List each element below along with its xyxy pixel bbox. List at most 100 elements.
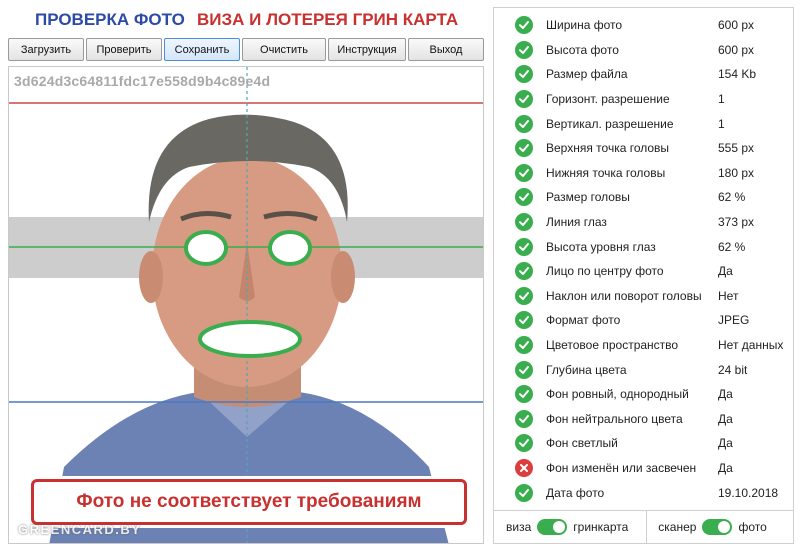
check-row: Линия глаз 373 px: [494, 210, 793, 235]
check-pass-icon: [515, 163, 533, 182]
toggle-scanner-label: сканер: [658, 520, 697, 534]
check-value: Да: [718, 411, 733, 426]
check-row: Фон изменён или засвечен Да: [494, 456, 793, 481]
right-eye-marker: [268, 230, 312, 266]
check-row: Цветовое пространство Нет данных: [494, 333, 793, 358]
title-photo-check: ПРОВЕРКА ФОТО: [35, 10, 185, 29]
left-ear: [139, 251, 163, 303]
check-value: 1: [718, 116, 725, 131]
check-label: Высота уровня глаз: [546, 239, 656, 254]
check-row: Горизонт. разрешение 1: [494, 87, 793, 112]
clear-button[interactable]: Очистить: [242, 38, 326, 61]
visa-greencard-toggle-group: виза гринкарта: [506, 511, 628, 543]
instructions-button[interactable]: Инструкция: [328, 38, 406, 61]
check-pass-icon: [515, 40, 533, 59]
check-row: Размер файла 154 Kb: [494, 62, 793, 87]
check-value: JPEG: [718, 313, 750, 328]
check-label: Цветовое пространство: [546, 338, 679, 353]
check-value: 1: [718, 92, 725, 107]
footer-divider: [646, 511, 647, 544]
check-label: Ширина фото: [546, 18, 623, 33]
check-row: Высота фото 600 px: [494, 38, 793, 63]
check-value: Да: [718, 264, 733, 279]
check-value: 154 Kb: [718, 67, 757, 82]
toggle-knob: [553, 521, 566, 533]
check-label: Дата фото: [546, 485, 605, 500]
title-visa-lottery: ВИЗА И ЛОТЕРЕЯ ГРИН КАРТА: [197, 10, 459, 29]
check-value: 62 %: [718, 190, 746, 205]
check-row: Фон ровный, однородный Да: [494, 382, 793, 407]
check-list: Ширина фото 600 px Высота фото 600 px Размер…: [494, 13, 793, 505]
check-label: Фон изменён или засвечен: [546, 460, 697, 475]
toggle-knob: [718, 521, 731, 533]
exit-button[interactable]: Выход: [408, 38, 484, 61]
check-row: Высота уровня глаз 62 %: [494, 234, 793, 259]
check-label: Размер головы: [546, 190, 630, 205]
check-pass-icon: [515, 409, 533, 428]
check-pass-icon: [515, 16, 533, 35]
check-row: Нижняя точка головы 180 px: [494, 161, 793, 186]
check-value: Да: [718, 436, 733, 451]
check-row: Верхняя точка головы 555 px: [494, 136, 793, 161]
check-pass-icon: [515, 237, 533, 256]
check-value: 62 %: [718, 239, 746, 254]
check-value: 19.10.2018: [718, 485, 779, 500]
check-label: Нижняя точка головы: [546, 165, 666, 180]
check-label: Фон ровный, однородный: [546, 387, 689, 402]
check-label: Высота фото: [546, 42, 619, 57]
check-fail-icon: [515, 458, 533, 477]
scanner-photo-toggle-group: сканер фото: [658, 511, 767, 543]
check-value: Да: [718, 387, 733, 402]
check-label: Глубина цвета: [546, 362, 627, 377]
mode-toggles: виза гринкарта сканер фото: [494, 510, 793, 544]
check-label: Лицо по центру фото: [546, 264, 664, 279]
check-row: Фон нейтрального цвета Да: [494, 407, 793, 432]
photo-hash: 3d624d3c64811fdc17e558d9b4c89e4d: [14, 73, 271, 89]
check-value: 373 px: [718, 215, 755, 230]
toggle-photo-label: фото: [738, 520, 767, 534]
load-button[interactable]: Загрузить: [8, 38, 84, 61]
check-label: Размер файла: [546, 67, 628, 82]
photo-preview: 3d624d3c64811fdc17e558d9b4c89e4d Фото не…: [8, 66, 484, 544]
check-pass-icon: [515, 262, 533, 281]
app-title: ПРОВЕРКА ФОТО ВИЗА И ЛОТЕРЕЯ ГРИН КАРТА: [0, 8, 480, 32]
check-value: 180 px: [718, 165, 755, 180]
check-pass-icon: [515, 139, 533, 158]
check-value: 555 px: [718, 141, 755, 156]
toggle-visa-label: виза: [506, 520, 532, 534]
check-label: Формат фото: [546, 313, 621, 328]
scanner-photo-toggle[interactable]: [702, 519, 733, 535]
check-pass-icon: [515, 360, 533, 379]
check-label: Фон светлый: [546, 436, 618, 451]
right-ear: [331, 251, 355, 303]
check-button[interactable]: Проверить: [86, 38, 162, 61]
check-row: Вертикал. разрешение 1: [494, 111, 793, 136]
toggle-greencard-label: гринкарта: [573, 520, 629, 534]
check-row: Наклон или поворот головы Нет: [494, 284, 793, 309]
visa-greencard-toggle[interactable]: [537, 519, 568, 535]
check-row: Формат фото JPEG: [494, 308, 793, 333]
check-row: Глубина цвета 24 bit: [494, 357, 793, 382]
check-pass-icon: [515, 90, 533, 109]
check-value: 600 px: [718, 42, 755, 57]
left-eye-marker: [184, 230, 228, 266]
check-value: 600 px: [718, 18, 755, 33]
check-label: Фон нейтрального цвета: [546, 411, 683, 426]
watermark: GREENCARD.BY: [18, 522, 142, 537]
photo-canvas: [9, 67, 483, 543]
mouth-marker: [198, 320, 302, 358]
check-label: Верхняя точка головы: [546, 141, 670, 156]
check-row: Лицо по центру фото Да: [494, 259, 793, 284]
check-pass-icon: [515, 434, 533, 453]
check-pass-icon: [515, 336, 533, 355]
check-row: Дата фото 19.10.2018: [494, 480, 793, 505]
check-label: Линия глаз: [546, 215, 607, 230]
check-pass-icon: [515, 213, 533, 232]
check-row: Размер головы 62 %: [494, 185, 793, 210]
check-results-panel: Ширина фото 600 px Высота фото 600 px Размер…: [493, 7, 794, 544]
check-value: Нет данных: [718, 338, 784, 353]
check-pass-icon: [515, 286, 533, 305]
check-value: Да: [718, 460, 733, 475]
save-button[interactable]: Сохранить: [164, 38, 240, 61]
check-value: 24 bit: [718, 362, 748, 377]
